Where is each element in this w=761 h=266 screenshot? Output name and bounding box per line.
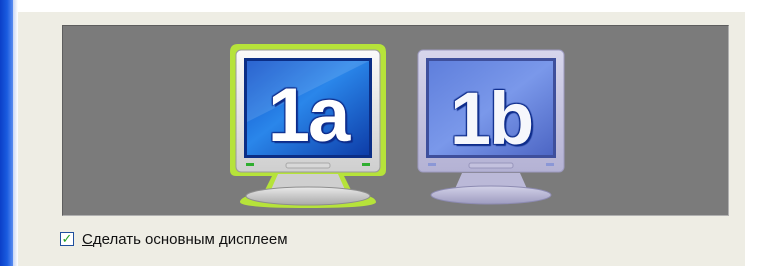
panel-top-strip [18,0,761,12]
monitor-1a[interactable]: 1a [226,42,390,210]
make-primary-display-checkbox[interactable]: ✓ [60,232,74,246]
window-frame-left-edge [0,0,13,266]
monitor-arrangement-area[interactable] [62,25,729,216]
make-primary-display-label[interactable]: Сделать основным дисплеем [82,231,288,248]
label-text: делать основным дисплеем [92,230,288,248]
check-icon: ✓ [61,231,73,247]
monitor-1b-label: 1b [449,77,534,160]
mnemonic-char: С [82,230,93,248]
monitor-1a-label: 1a [267,73,351,158]
window-frame-right-edge [745,0,761,266]
monitor-1b[interactable]: 1b [414,46,568,208]
make-primary-display-row[interactable]: ✓ Сделать основным дисплеем [60,228,288,250]
